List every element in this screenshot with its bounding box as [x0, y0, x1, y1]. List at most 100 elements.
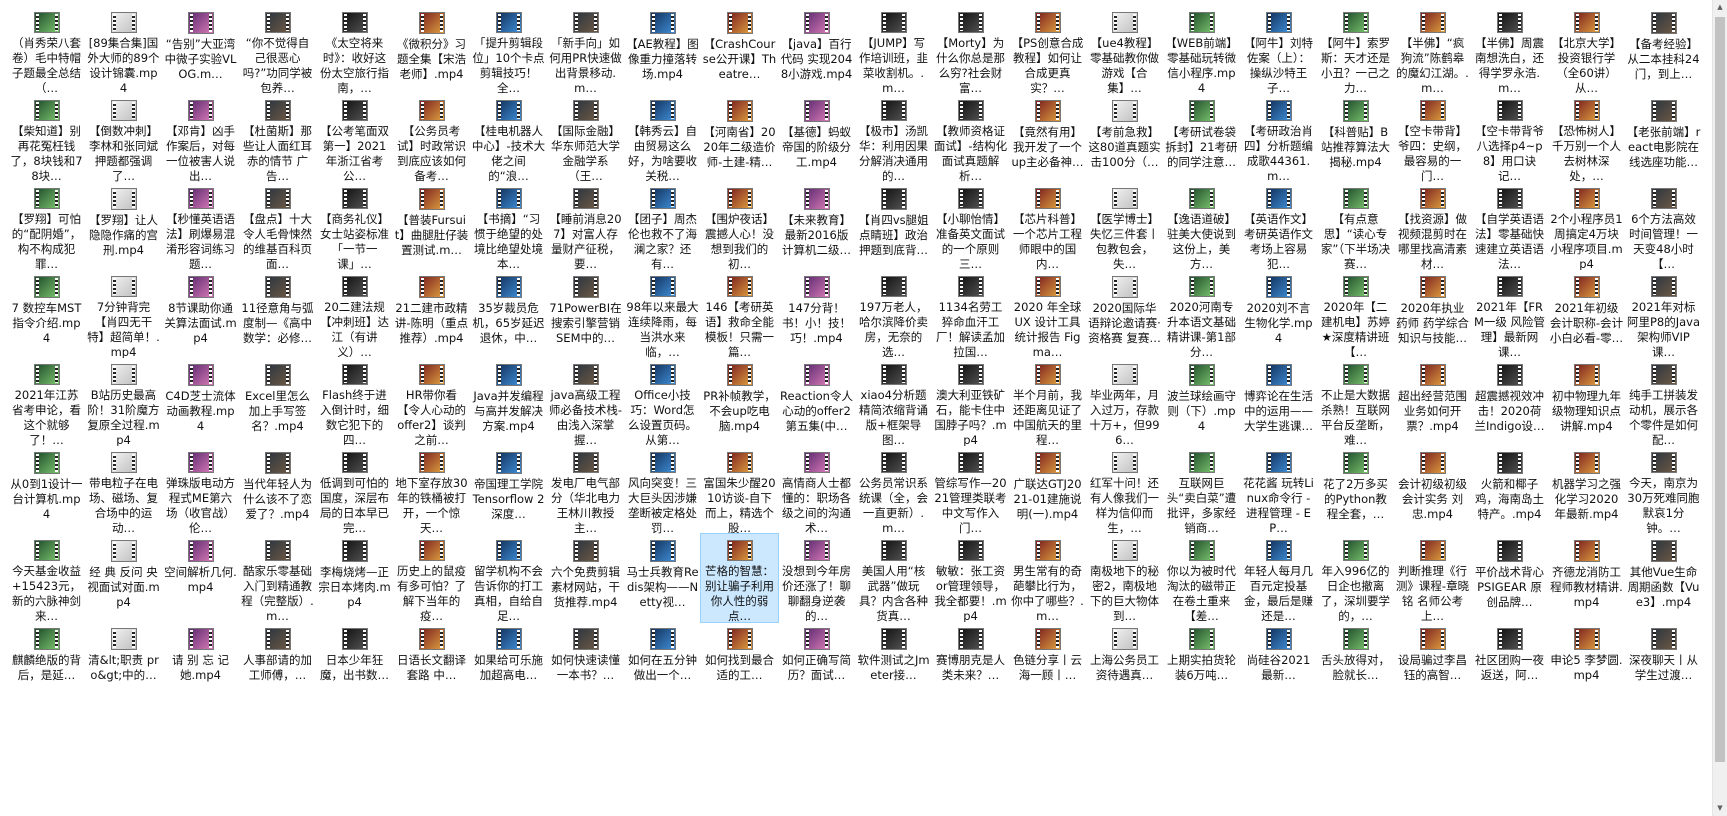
file-item[interactable]: 147分背！书！小！技！巧！.mp4 — [778, 270, 855, 358]
file-item[interactable]: 广联达GTJ2021-01建施说明(一).mp4 — [1009, 446, 1086, 534]
file-item[interactable]: 21二建市政精讲-陈明（重点推荐）.mp4 — [393, 270, 470, 358]
file-item[interactable]: 【河南省】2020年二级造价师-土建-精… — [701, 94, 778, 182]
file-item[interactable]: Office小技巧：Word怎么设置页码。从第… — [624, 358, 701, 446]
file-item[interactable]: 花花酱 玩转Linux命令行 - 进程管理 - EP… — [1240, 446, 1317, 534]
file-item[interactable]: 《微积分》习题全集【宋浩老师】.mp4 — [393, 6, 470, 94]
file-item[interactable]: 2021年【FRM一级 风险管理】最新网课… — [1471, 270, 1548, 358]
file-item[interactable]: 2020河南专升本语文基础精讲课-第1部分… — [1163, 270, 1240, 358]
file-item[interactable]: 澳大利亚铁矿石，能卡住中国脖子吗？.mp4 — [932, 358, 1009, 446]
file-item[interactable]: 【科普贴】B站推荐算法大揭秘.mp4 — [1317, 94, 1394, 182]
file-item[interactable]: 【睡前消息207】对富人存量财产征税，要… — [547, 182, 624, 270]
file-item[interactable]: 【阿牛】刘特佐案（上）：操纵沙特王子… — [1240, 6, 1317, 94]
file-item[interactable]: 【商务礼仪】女士站姿标准「一节一课」… — [316, 182, 393, 270]
file-item[interactable]: 赛博朋克是人类未来？… — [932, 622, 1009, 710]
file-item[interactable]: 历史上的鼠疫有多可怕？了解下当年的疫… — [393, 534, 470, 622]
file-item[interactable]: 6个方法高效时间管理！一天变48小时【… — [1625, 182, 1702, 270]
file-item[interactable]: 管综写作—2021管理类联考中文写作入门… — [932, 446, 1009, 534]
file-item[interactable]: 【有点意思】“读心专家”（下半场决赛… — [1317, 182, 1394, 270]
file-item[interactable]: 【英语作文】考研英语作文考场上容易犯… — [1240, 182, 1317, 270]
file-item[interactable]: 齐德龙消防工程师教材精讲.mp4 — [1548, 534, 1625, 622]
file-item[interactable]: 上海公务员工资待遇真… — [1086, 622, 1163, 710]
file-item[interactable]: 如何快速读懂一本书？… — [547, 622, 624, 710]
file-item[interactable]: 【逸语道破】驻美大使说到这份上，美方… — [1163, 182, 1240, 270]
file-item[interactable]: Excel里怎么加上手写签名？.mp4 — [239, 358, 316, 446]
file-item[interactable]: 【考研试卷袋拆封】21考研的同学注意… — [1163, 94, 1240, 182]
file-item[interactable]: 【柴知道】别再花冤枉钱了，8块钱和78块… — [8, 94, 85, 182]
file-item[interactable]: 【CrashCourse公开课】Theatre… — [701, 6, 778, 94]
file-item[interactable]: 【PS创意合成教程】如何让合成更真实？… — [1009, 6, 1086, 94]
file-item[interactable]: 留学机构不会告诉你的打工真相，自给自足… — [470, 534, 547, 622]
file-item[interactable]: 【半佛】周震南想洗白，还得学罗永浩.m… — [1471, 6, 1548, 94]
file-item[interactable]: 【教师资格证面试】-结构化面试真题解析… — [932, 94, 1009, 182]
file-item[interactable]: 【北京大学】投资银行学（全60讲）从… — [1548, 6, 1625, 94]
file-item[interactable]: 超出经营范围业务如何开票？.mp4 — [1394, 358, 1471, 446]
file-item[interactable]: 【java】百行代码 实现2048小游戏.mp4 — [778, 6, 855, 94]
file-item[interactable]: 互联网巨头“卖白菜”遭批评，多家经销商… — [1163, 446, 1240, 534]
file-item[interactable]: 【ue4教程】零基础教你做游戏【合集】… — [1086, 6, 1163, 94]
file-item[interactable]: 【JUMP】写作培训班，韭菜收割机。.m… — [855, 6, 932, 94]
file-item[interactable]: 【阿牛】索罗斯：天才还是小丑？一己之力… — [1317, 6, 1394, 94]
file-item[interactable]: 南极地下的秘密2，南极地下的巨大物体到… — [1086, 534, 1163, 622]
file-item[interactable]: 【找资源】做视频混剪时在哪里找高清素材… — [1394, 182, 1471, 270]
file-item[interactable]: 【空卡带背】爷四：史纲，最容易的一门… — [1394, 94, 1471, 182]
file-item[interactable]: 男生常有的奇葩攀比行为，你中了哪些？.m… — [1009, 534, 1086, 622]
file-item[interactable]: 【公务员考试】时政常识到底应该如何备考… — [393, 94, 470, 182]
file-item[interactable]: 其他Vue生命周期函数【Vue3】.mp4 — [1625, 534, 1702, 622]
file-item[interactable]: C4D芝士流体动画教程.mp4 — [162, 358, 239, 446]
file-item[interactable]: 【秒懂英语语法】刷爆易混淆形容词练习题… — [162, 182, 239, 270]
file-item[interactable]: 请 别 忘 记 她.mp4 — [162, 622, 239, 710]
file-item[interactable]: 风向突变！三大巨头因涉嫌垄断被定格处罚… — [624, 446, 701, 534]
file-item[interactable]: 【围炉夜话】震撼人心！没想到我们的初… — [701, 182, 778, 270]
file-item[interactable]: 半个月前，我还距离见证了中国航天的里程… — [1009, 358, 1086, 446]
file-item[interactable]: 【竟然有用】我开发了一个up主必备神… — [1009, 94, 1086, 182]
file-item[interactable]: 清&lt;职责 pro&gt;中的… — [85, 622, 162, 710]
file-item[interactable]: 【书摘】“习惯于绝望的处境比绝望处境本… — [470, 182, 547, 270]
file-item[interactable]: 【公考笔面双第一】2021年浙江省考公… — [316, 94, 393, 182]
file-item[interactable]: 「新手向」如何用PR快速做出背景移动.m… — [547, 6, 624, 94]
file-item[interactable]: （肖秀荣八套卷）毛中特帽子题最全总结（… — [8, 6, 85, 94]
file-item[interactable]: 【空卡带背爷八选择p4~p8】用口诀记… — [1471, 94, 1548, 182]
file-item[interactable]: 地下室存放30年的铁桶被打开，一个惊天… — [393, 446, 470, 534]
file-item[interactable]: 软件测试之Jmeter接… — [855, 622, 932, 710]
file-item[interactable]: B站历史最高阶！31阶魔方复原全过程.mp4 — [85, 358, 162, 446]
file-item[interactable]: 2020 年全球 UX 设计工具统计报告 Figma… — [1009, 270, 1086, 358]
file-item[interactable]: 2个小程序员1周搞定4万块小程序项目.mp4 — [1548, 182, 1625, 270]
file-item[interactable]: HR带你看【令人心动的offer2】谈判之前… — [393, 358, 470, 446]
file-item[interactable]: 纯手工拼装发动机，展示各个零件是如何配… — [1625, 358, 1702, 446]
file-item[interactable]: 波兰球绘画守则（下）.mp4 — [1163, 358, 1240, 446]
file-item[interactable]: 富国朱少醒2010访谈-自下而上，精选个股… — [701, 446, 778, 534]
file-item[interactable]: 【桂电机器人中心】-技术大佬之间的“浪… — [470, 94, 547, 182]
file-item[interactable]: 毕业两年，月入过万，存款十万+，但996… — [1086, 358, 1163, 446]
file-item[interactable]: 日语长文翻译套路 中… — [393, 622, 470, 710]
file-item[interactable]: 当代年轻人为什么该不了恋爱了？.mp4 — [239, 446, 316, 534]
file-item[interactable]: 高情商人士都懂的：职场各级之间的沟通术… — [778, 446, 855, 534]
file-item[interactable]: 弹珠版电动方程式ME第六场（收官战）伦… — [162, 446, 239, 534]
file-item[interactable]: 【普装Fursuit】曲腿肚仔装置测试.m… — [393, 182, 470, 270]
file-item[interactable]: 【Morty】为什么你总是那么穷?社会财富… — [932, 6, 1009, 94]
file-item[interactable]: 李梅烧烤—正宗日本烤肉.mp4 — [316, 534, 393, 622]
file-item[interactable]: 98年以来最大连续降雨，每当洪水来临，… — [624, 270, 701, 358]
file-item[interactable]: 2020年执业药师 药学综合知识与技能… — [1394, 270, 1471, 358]
file-item[interactable]: 判断推理《行测》课程-章晓铭 名师公考 上… — [1394, 534, 1471, 622]
file-item[interactable]: 「提升剪辑段位」10个卡点剪辑技巧！全… — [470, 6, 547, 94]
file-item[interactable]: 日本少年狂魔，出书数… — [316, 622, 393, 710]
file-item[interactable]: 人事部请的加工师傅，… — [239, 622, 316, 710]
file-item[interactable]: 【肖四vs腿姐点睛班】政治押题到底背… — [855, 182, 932, 270]
file-item[interactable]: 8节课助你通关算法面试.mp4 — [162, 270, 239, 358]
vertical-scrollbar[interactable]: ▲ ▼ — [1712, 0, 1727, 816]
file-item[interactable]: 【老张前端】react电影院在线选座功能… — [1625, 94, 1702, 182]
file-item[interactable]: 【团子】周杰伦也救不了海澜之家？还有… — [624, 182, 701, 270]
file-item[interactable]: [89集合集]国外大师的89个设计锦囊.mp4 — [85, 6, 162, 94]
file-item[interactable]: 【AE教程】图像重力撞落转场.mp4 — [624, 6, 701, 94]
file-item[interactable]: 敏敏：张工资or管理领导，我全都要！.mp4 — [932, 534, 1009, 622]
file-item[interactable]: 【半佛】“疯狗流”陈鹤皋的魔幻江湖。.m… — [1394, 6, 1471, 94]
file-item[interactable]: 【国际金融】华东师范大学金融学系（王… — [547, 94, 624, 182]
file-item[interactable]: 【未来教育】最新2016版计算机二级… — [778, 182, 855, 270]
file-item[interactable]: 麒麟绝版的背后，是延… — [8, 622, 85, 710]
file-item[interactable]: 2020国际华语辩论邀请赛·资格赛 复赛… — [1086, 270, 1163, 358]
scrollbar-thumb[interactable] — [1715, 17, 1725, 762]
file-item[interactable]: 你以为被时代淘汰的磁带正在卷土重来【差… — [1163, 534, 1240, 622]
scroll-down-arrow-icon[interactable]: ▼ — [1713, 801, 1727, 816]
file-item[interactable]: 机器学习之强化学习2020年最新.mp4 — [1548, 446, 1625, 534]
file-item[interactable]: Java并发编程与高并发解决方案.mp4 — [470, 358, 547, 446]
